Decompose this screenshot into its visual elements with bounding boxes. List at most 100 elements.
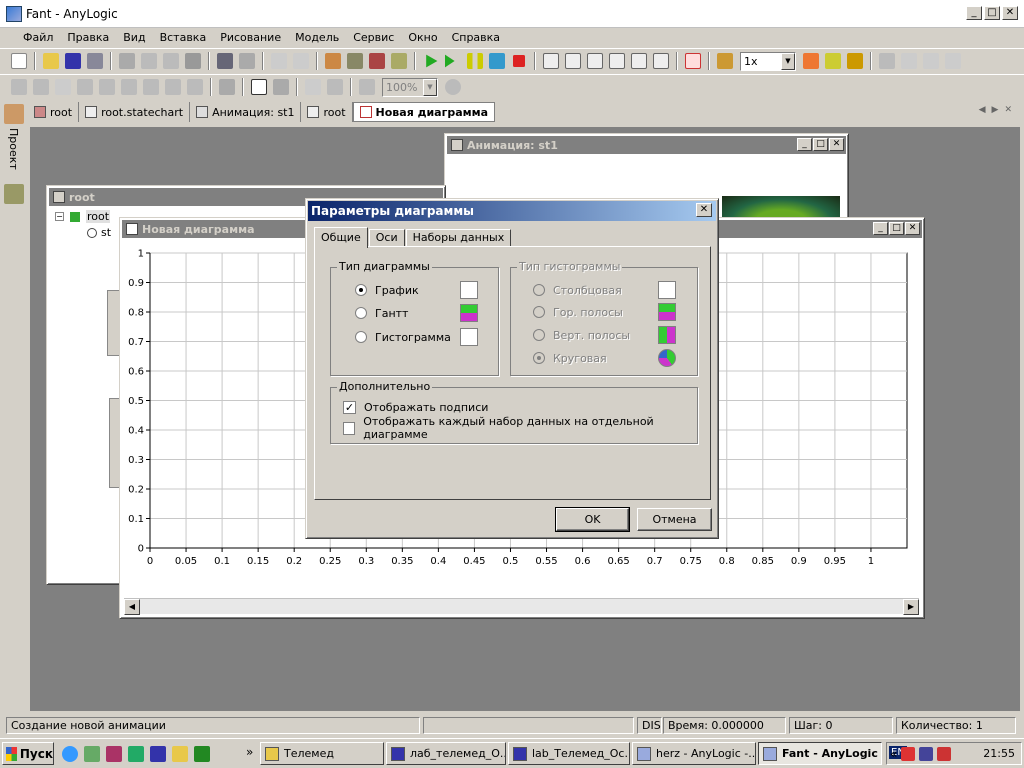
- run-icon[interactable]: [426, 54, 438, 68]
- radio-button[interactable]: [533, 329, 545, 341]
- menu-model[interactable]: Модель: [288, 31, 346, 44]
- ie-browser-icon[interactable]: [62, 746, 78, 762]
- menu-draw[interactable]: Рисование: [213, 31, 288, 44]
- cancel-button[interactable]: Отмена: [637, 508, 712, 531]
- speed-select[interactable]: 1x ▼: [740, 51, 796, 71]
- tab-root-class[interactable]: root: [28, 102, 80, 122]
- radio-button[interactable]: [533, 352, 545, 364]
- layers-icon[interactable]: [347, 53, 363, 69]
- minimize-button[interactable]: _: [873, 222, 888, 235]
- radio-pie[interactable]: Круговая: [533, 349, 607, 367]
- speed-up-icon[interactable]: [803, 53, 819, 69]
- debug-icon[interactable]: [847, 53, 863, 69]
- tree-item-root[interactable]: − root: [55, 210, 111, 223]
- zoom-out-icon[interactable]: [359, 79, 375, 95]
- radio-column[interactable]: Столбцовая: [533, 281, 622, 299]
- replace-icon[interactable]: [239, 53, 255, 69]
- checkbox-separate-charts[interactable]: Отображать каждый набор данных на отдель…: [343, 415, 697, 441]
- radio-button[interactable]: [355, 331, 367, 343]
- redo-icon[interactable]: [293, 53, 309, 69]
- checkbox-show-labels[interactable]: ✓ Отображать подписи: [343, 398, 488, 416]
- new-file-icon[interactable]: [11, 53, 27, 69]
- radio-button[interactable]: [533, 306, 545, 318]
- radio-vertical-bars[interactable]: Верт. полосы: [533, 326, 630, 344]
- task-herz-anylogic[interactable]: herz - AnyLogic -...: [632, 742, 756, 765]
- excel-icon[interactable]: [128, 746, 144, 762]
- checkbox[interactable]: [343, 421, 356, 435]
- copy-icon[interactable]: [141, 53, 157, 69]
- library-icon[interactable]: [4, 183, 24, 204]
- window-icon[interactable]: [369, 53, 385, 69]
- task-fant-anylogic[interactable]: Fant - AnyLogic: [758, 742, 882, 765]
- chevron-down-icon[interactable]: ▼: [781, 52, 795, 70]
- menu-edit[interactable]: Правка: [60, 31, 116, 44]
- project-tab-label[interactable]: Проект: [7, 128, 20, 170]
- scroll-icon[interactable]: [273, 79, 289, 95]
- find-icon[interactable]: [217, 53, 233, 69]
- collapse-icon[interactable]: −: [55, 212, 64, 221]
- zoom-select[interactable]: 100% ▼: [382, 77, 438, 97]
- chevron-down-icon[interactable]: ▼: [423, 78, 437, 96]
- build-icon[interactable]: [325, 53, 341, 69]
- radio-button[interactable]: [355, 307, 367, 319]
- radio-gantt-chart[interactable]: Гантт: [355, 304, 408, 322]
- tab-axes[interactable]: Оси: [368, 229, 405, 247]
- document-icon-6[interactable]: [653, 53, 669, 69]
- document-icon-2[interactable]: [565, 53, 581, 69]
- minimize-button[interactable]: _: [966, 6, 982, 20]
- tab-general[interactable]: Общие: [314, 227, 368, 248]
- open-folder-icon[interactable]: [43, 53, 59, 69]
- radio-horizontal-bars[interactable]: Гор. полосы: [533, 303, 623, 321]
- radio-button[interactable]: [355, 284, 367, 296]
- radio-button[interactable]: [533, 284, 545, 296]
- quicklaunch-icon-7[interactable]: [194, 746, 210, 762]
- maximize-button[interactable]: □: [984, 6, 1000, 20]
- tray-icon-3[interactable]: [937, 746, 952, 761]
- tab-root-statechart[interactable]: root.statechart: [79, 102, 191, 122]
- speed-down-icon[interactable]: [717, 53, 733, 69]
- project-icon[interactable]: [4, 104, 24, 124]
- document-icon-3[interactable]: [587, 53, 603, 69]
- maximize-button[interactable]: □: [813, 138, 828, 151]
- scroll-right-icon[interactable]: ▶: [903, 599, 919, 615]
- breakpoint-icon[interactable]: [685, 53, 701, 69]
- ok-button[interactable]: OK: [555, 507, 630, 532]
- paste-icon[interactable]: [163, 53, 179, 69]
- tab-scroll-arrows[interactable]: ◀▶✕: [979, 105, 1018, 115]
- properties-icon[interactable]: [391, 53, 407, 69]
- task-word-doc-1[interactable]: лаб_телемед_О...: [386, 742, 506, 765]
- cut-icon[interactable]: [119, 53, 135, 69]
- scroll-left-icon[interactable]: ◀: [124, 599, 140, 615]
- restart-icon[interactable]: [489, 53, 505, 69]
- menu-tools[interactable]: Сервис: [346, 31, 401, 44]
- document-icon-5[interactable]: [631, 53, 647, 69]
- tab-animation-st1[interactable]: Анимация: st1: [190, 102, 302, 122]
- start-button[interactable]: Пуск: [2, 742, 54, 765]
- dialog-close-button[interactable]: ✕: [696, 203, 712, 217]
- tab-root-structure[interactable]: root: [301, 102, 353, 122]
- word-icon[interactable]: [150, 746, 166, 762]
- close-window-button[interactable]: ✕: [1002, 6, 1018, 20]
- pause-icon[interactable]: [467, 53, 483, 69]
- horizontal-scrollbar[interactable]: ◀ ▶: [124, 598, 919, 615]
- close-button[interactable]: ✕: [829, 138, 844, 151]
- step-icon[interactable]: [445, 54, 455, 68]
- tab-datasets[interactable]: Наборы данных: [405, 229, 512, 247]
- tray-icon-1[interactable]: [901, 746, 916, 761]
- stop-icon[interactable]: [513, 55, 525, 67]
- document-icon-1[interactable]: [543, 53, 559, 69]
- radio-histogram[interactable]: Гистограмма: [355, 328, 451, 346]
- radio-line-chart[interactable]: График: [355, 281, 419, 299]
- save-icon[interactable]: [65, 53, 81, 69]
- delete-icon[interactable]: [185, 53, 201, 69]
- quicklaunch-icon-3[interactable]: [106, 746, 122, 762]
- quicklaunch-more[interactable]: »: [246, 745, 253, 759]
- folder-icon[interactable]: [172, 746, 188, 762]
- document-icon-4[interactable]: [609, 53, 625, 69]
- maximize-button[interactable]: □: [889, 222, 904, 235]
- pointer-select-icon[interactable]: [251, 79, 267, 95]
- brush-icon[interactable]: [219, 79, 235, 95]
- tab-new-chart[interactable]: Новая диаграмма: [352, 102, 496, 122]
- undo-icon[interactable]: [271, 53, 287, 69]
- checkbox[interactable]: ✓: [343, 400, 356, 414]
